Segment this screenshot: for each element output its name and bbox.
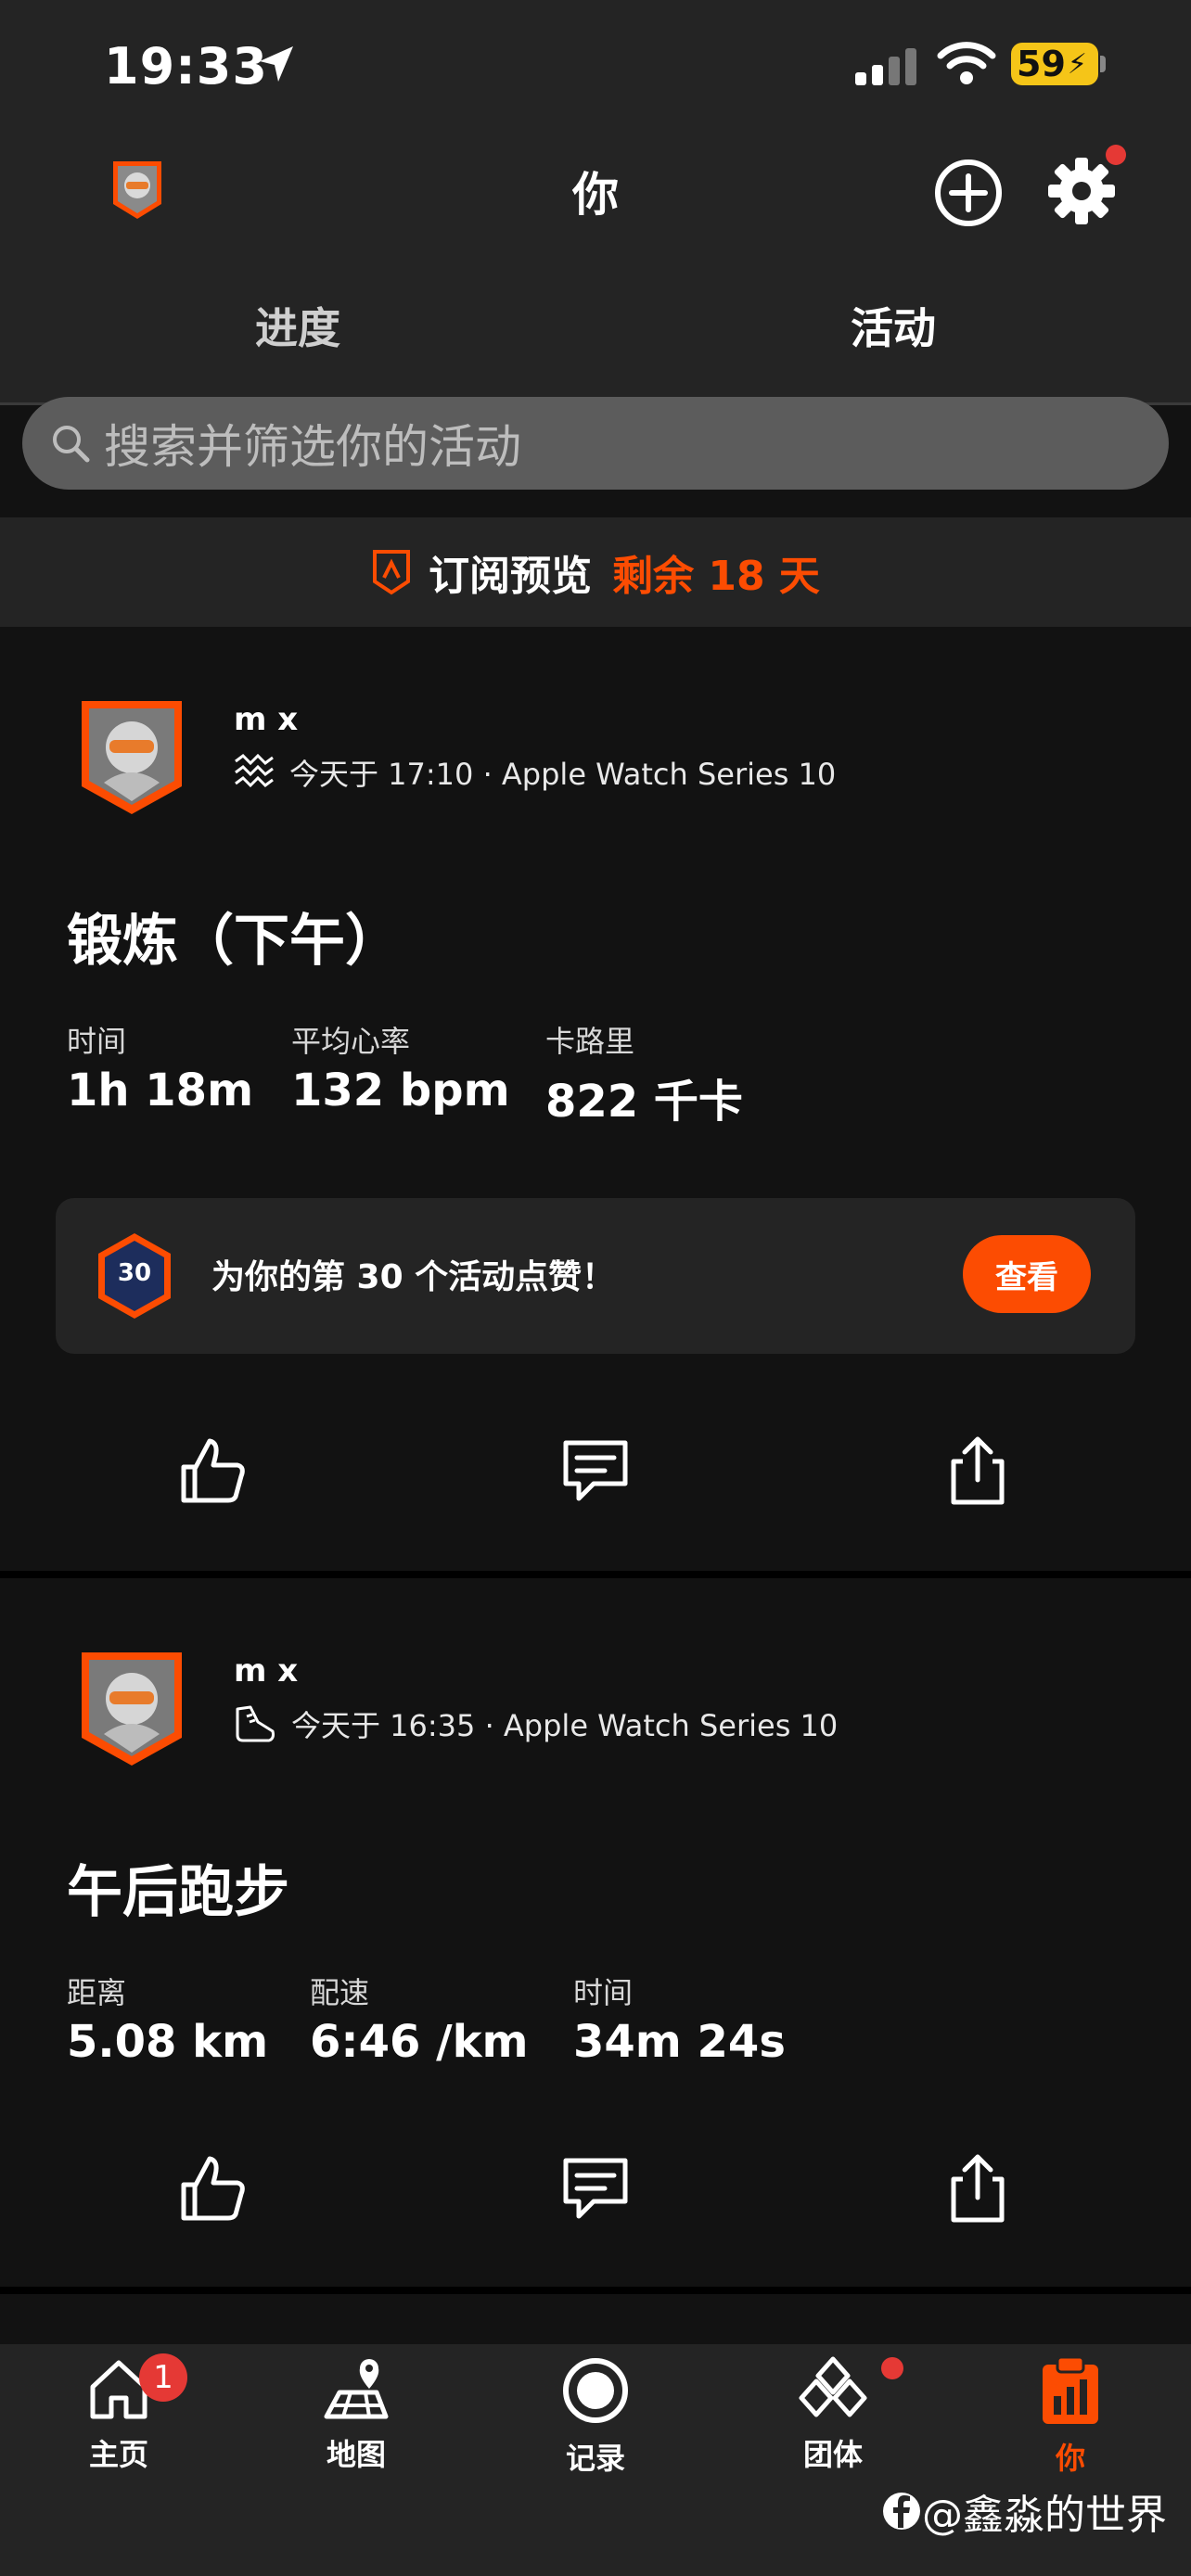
milestone-badge-number: 30 [117, 1259, 152, 1287]
nav-item-groups[interactable]: 团体 [768, 2355, 898, 2474]
search-placeholder: 搜索并筛选你的活动 [104, 420, 521, 474]
facebook-icon [883, 2493, 920, 2530]
activity-title[interactable]: 锻炼（下午） [67, 896, 401, 976]
activity-meta: 今天于 17:10 · Apple Watch Series 10 [234, 751, 836, 794]
milestone-card[interactable]: 30 为你的第 30 个活动点赞！ 查看 [56, 1198, 1135, 1354]
stat-label: 距离 [67, 1975, 127, 2010]
watermark: @鑫淼的世界 [881, 2481, 1167, 2541]
stat-label: 时间 [573, 1975, 634, 2010]
stat-label: 卡路里 [545, 1024, 635, 1059]
search-input[interactable]: 搜索并筛选你的活动 [22, 397, 1169, 490]
like-icon[interactable] [176, 2151, 250, 2225]
subscription-remaining: 剩余 18 天 [612, 553, 820, 600]
stat-value: 1h 18m [67, 1065, 254, 1116]
you-icon [1043, 2355, 1098, 2424]
cellular-signal-icon [855, 48, 916, 85]
activity-user-name[interactable]: m x [234, 1652, 298, 1690]
activity-user-name[interactable]: m x [234, 701, 298, 738]
map-icon [324, 2359, 389, 2419]
nav-label: 主页 [88, 2437, 148, 2472]
add-icon[interactable] [933, 158, 1004, 228]
nav-item-record[interactable]: 记录 [531, 2355, 660, 2478]
stat-value: 34m 24s [573, 2016, 786, 2068]
nav-label: 记录 [565, 2441, 625, 2476]
card-separator [0, 2287, 1191, 2294]
search-icon [53, 426, 90, 463]
share-icon[interactable] [941, 1434, 1015, 1508]
gear-icon[interactable] [1046, 154, 1117, 228]
stat-value: 132 bpm [291, 1065, 510, 1116]
nav-label: 地图 [326, 2437, 386, 2472]
subscription-label: 订阅预览 [429, 553, 593, 600]
battery-indicator: 59 ⚡ [1011, 43, 1098, 85]
milestone-text: 为你的第 30 个活动点赞！ [211, 1258, 616, 1296]
activity-meta-text: 今天于 16:35 · Apple Watch Series 10 [291, 1708, 839, 1743]
stat-label: 时间 [67, 1024, 127, 1059]
groups-icon [799, 2356, 867, 2417]
tab-progress[interactable]: 进度 [0, 295, 596, 356]
activity-meta: 今天于 16:35 · Apple Watch Series 10 [234, 1702, 838, 1745]
activity-title[interactable]: 午后跑步 [67, 1847, 289, 1928]
activity-avatar[interactable] [76, 697, 187, 818]
stat-value: 6:46 /km [310, 2016, 529, 2068]
settings-notification-dot [1106, 145, 1126, 165]
record-icon [563, 2358, 628, 2423]
comment-icon[interactable] [558, 1434, 633, 1508]
location-arrow-icon [260, 46, 293, 82]
subscription-shield-icon [373, 550, 411, 595]
nav-label: 你 [1055, 2441, 1085, 2476]
stat-value: 5.08 km [67, 2016, 269, 2068]
stat-label: 平均心率 [291, 1024, 411, 1059]
stat-label: 配速 [310, 1975, 370, 2010]
nav-item-map[interactable]: 地图 [291, 2355, 421, 2474]
like-icon[interactable] [176, 1434, 250, 1508]
card-separator [0, 1571, 1191, 1578]
tab-activity[interactable]: 活动 [596, 295, 1191, 356]
home-notification-badge: 1 [139, 2353, 187, 2402]
watermark-text: @鑫淼的世界 [922, 2492, 1167, 2539]
nav-label: 团体 [802, 2437, 863, 2472]
share-icon[interactable] [941, 2151, 1015, 2225]
groups-notification-dot [881, 2357, 903, 2379]
wifi-icon [937, 42, 996, 84]
view-button[interactable]: 查看 [963, 1235, 1091, 1313]
activity-avatar[interactable] [76, 1649, 187, 1769]
page-title: 你 [572, 168, 619, 222]
battery-tip [1100, 56, 1106, 72]
stat-value: 822 千卡 [545, 1076, 743, 1128]
workout-icon [235, 753, 274, 788]
status-time: 19:33 [104, 37, 268, 96]
comment-icon[interactable] [558, 2151, 633, 2225]
nav-item-you[interactable]: 你 [1005, 2355, 1135, 2478]
subscription-banner[interactable]: 订阅预览 剩余 18 天 [0, 517, 1191, 627]
activity-meta-text: 今天于 17:10 · Apple Watch Series 10 [289, 757, 837, 792]
battery-level: 59 [1017, 44, 1066, 84]
shoe-icon [236, 1705, 275, 1742]
